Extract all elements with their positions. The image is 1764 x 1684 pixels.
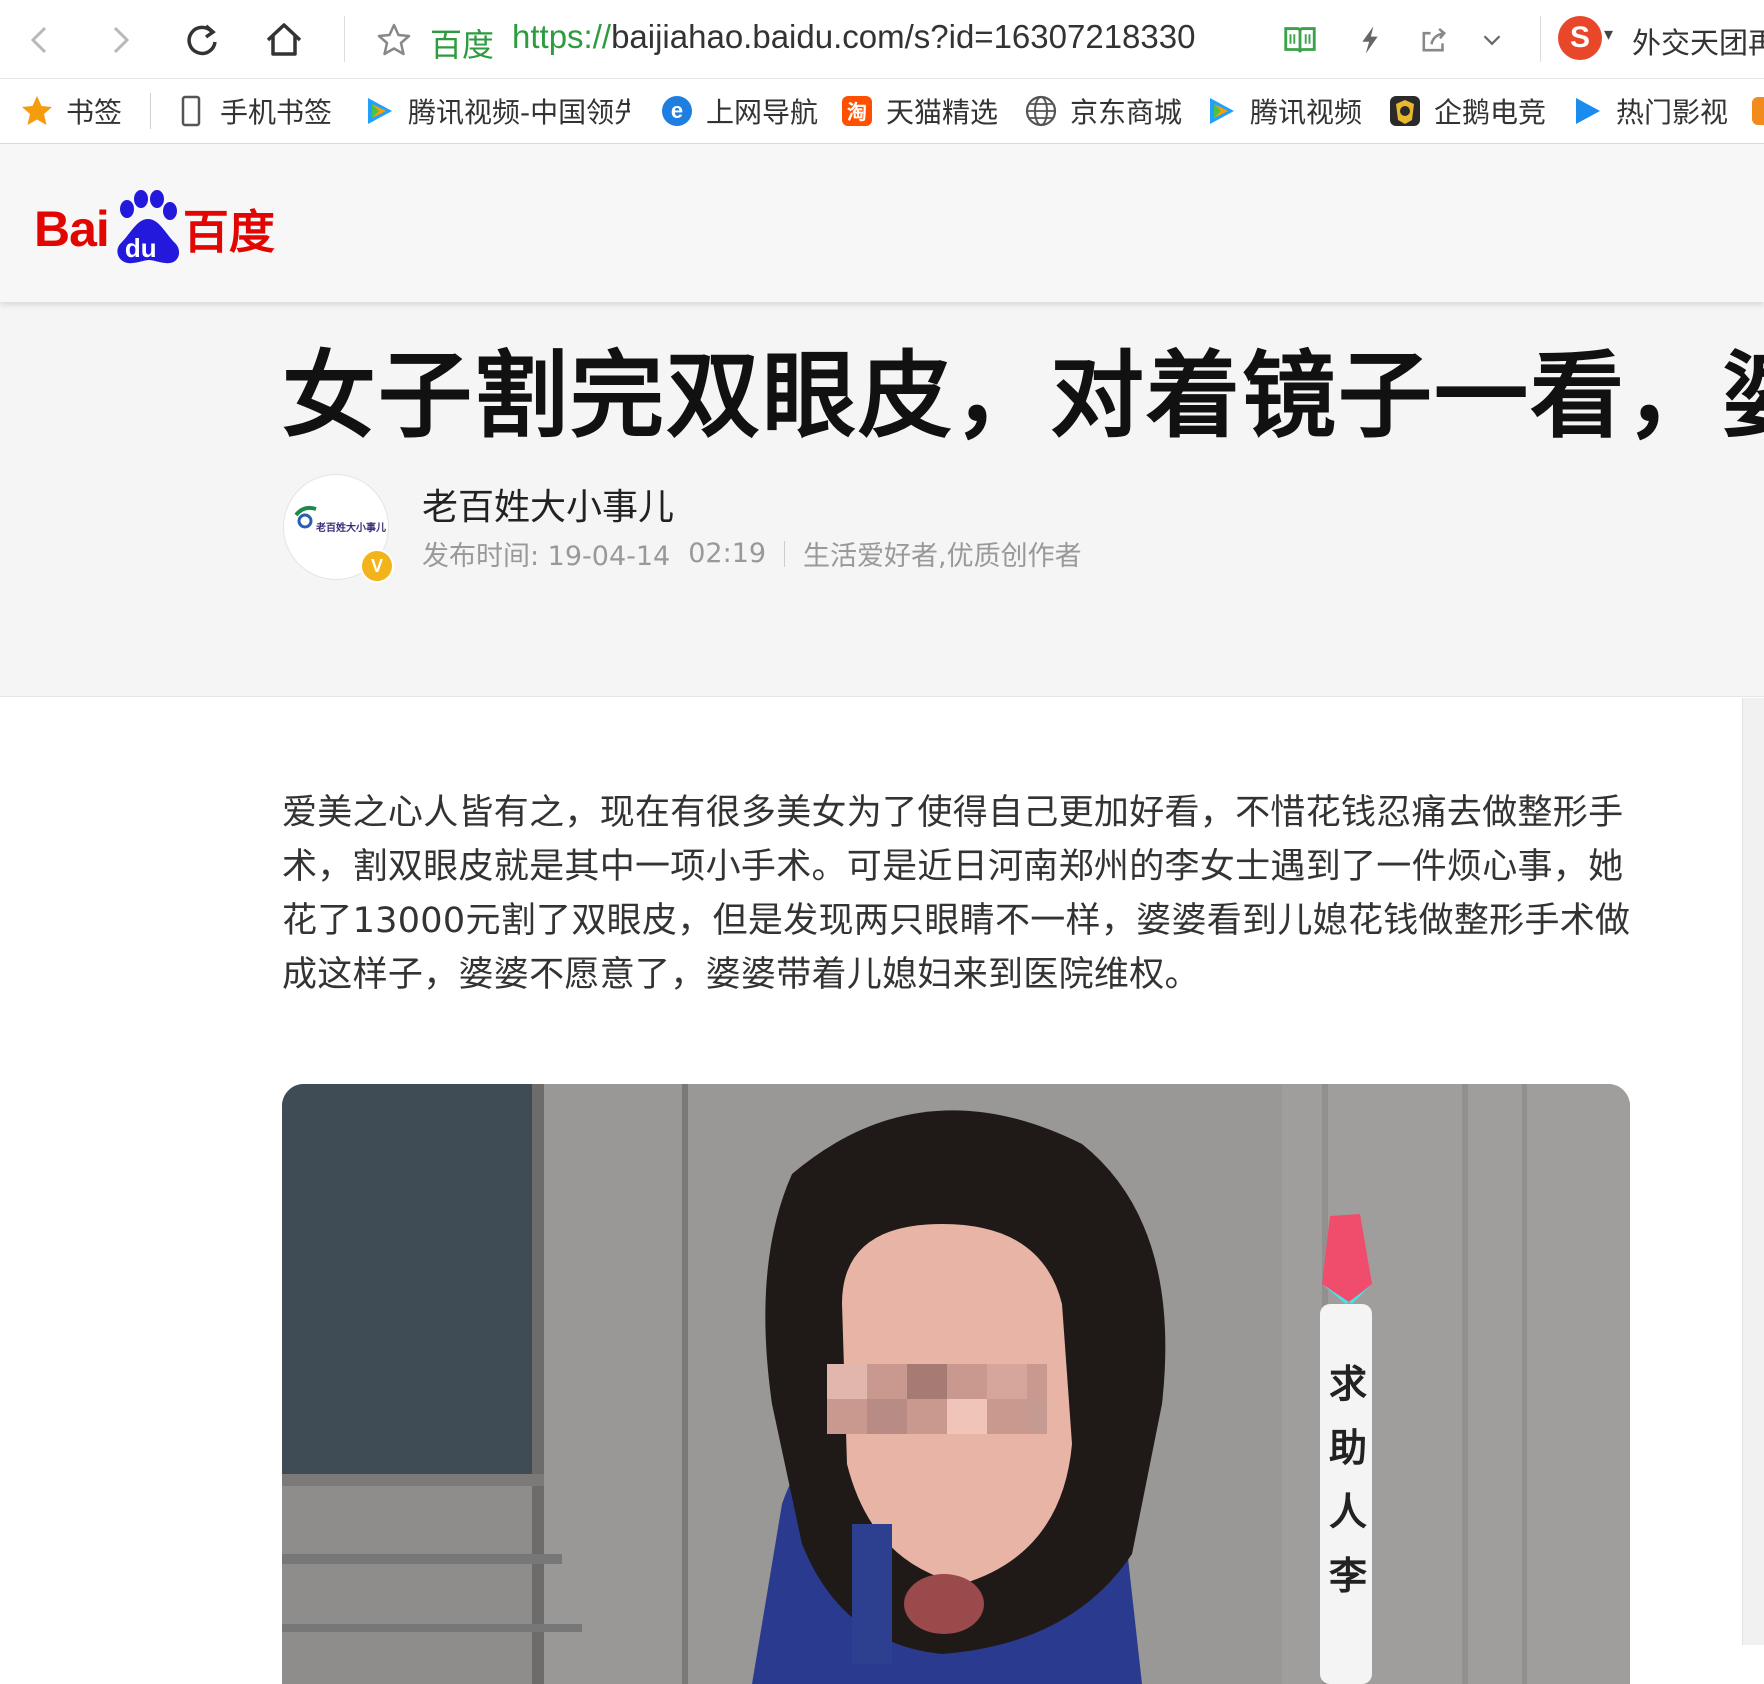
bookmark-item-hot-movies[interactable]: 热门影视: [1570, 89, 1728, 133]
logo-text-du: du: [124, 233, 157, 263]
bookmark-item-tmall[interactable]: 淘 天猫精选: [840, 89, 998, 133]
page-header: Bai du 百度: [0, 144, 1764, 302]
overflow-bookmark-icon[interactable]: [1752, 97, 1764, 125]
article-image[interactable]: 求 助 人 李: [282, 1084, 1630, 1684]
address-bar[interactable]: https://baijiahao.baidu.com/s?id=1630721…: [512, 18, 1232, 56]
verified-badge-icon: V: [360, 549, 394, 583]
sogou-icon[interactable]: S: [1558, 16, 1602, 60]
bookmark-star-button[interactable]: [372, 18, 416, 62]
phone-icon: [174, 94, 208, 128]
home-icon: [266, 23, 302, 56]
logo-text-chinese: 百度: [182, 205, 275, 259]
browser-toolbar: 百度 https://baijiahao.baidu.com/s?id=1630…: [0, 0, 1764, 79]
svg-text:淘: 淘: [847, 100, 867, 124]
bookmark-label: 手机书签: [220, 96, 333, 129]
logo-text-latin: Bai: [34, 201, 110, 257]
back-icon: [30, 26, 47, 54]
bookmark-label: 热门影视: [1616, 96, 1729, 129]
tencent-video-icon: [362, 94, 396, 128]
url-path: baijiahao.baidu.com/s?id=16307218330: [611, 18, 1196, 55]
bookmark-item-bookmarks[interactable]: 书签: [20, 89, 122, 133]
article-header: 女子割完双眼皮，对着镜子一看，婆婆 老百姓大小事儿 V 老百姓大小事儿 发布时间…: [0, 302, 1764, 697]
author-name[interactable]: 老百姓大小事儿: [422, 478, 674, 530]
penguin-esports-icon: [1388, 94, 1422, 128]
caption-char: 助: [1328, 1426, 1367, 1470]
article-meta: 发布时间: 19-04-14 02:19 生活爱好者,优质创作者: [422, 534, 1082, 573]
chevron-down-icon: [1483, 35, 1501, 46]
svg-text:e: e: [671, 98, 683, 123]
caption-char: 求: [1328, 1362, 1367, 1406]
menu-dropdown-button[interactable]: [1472, 20, 1512, 60]
author-tags: 生活爱好者,优质创作者: [803, 541, 1082, 572]
caption-char: 人: [1328, 1490, 1367, 1534]
article-paragraph: 爱美之心人皆有之，现在有很多美女为了使得自己更加好看，不惜花钱忍痛去做整形手术，…: [282, 793, 1631, 995]
bookmark-label: 企鹅电竞: [1434, 96, 1547, 129]
lightning-button[interactable]: [1350, 20, 1390, 60]
url-protocol: https://: [512, 18, 612, 55]
author-avatar[interactable]: 老百姓大小事儿 V: [283, 474, 394, 583]
meta-divider: [784, 540, 786, 567]
bookmarks-bar: 书签 手机书签 腾讯视频-中国领先 e 上网导航 淘 天猫精选 京东商城 腾讯视…: [0, 79, 1764, 144]
bookmark-label: 腾讯视频-中国领先: [408, 96, 630, 129]
bookmark-label: 腾讯视频: [1250, 96, 1363, 129]
reload-icon: [187, 24, 217, 56]
bookmark-label: 书签: [66, 96, 123, 129]
image-caption-vertical: 求 助 人 李: [1328, 1352, 1368, 1608]
bookmark-item-navigation[interactable]: e 上网导航: [660, 89, 818, 133]
share-button[interactable]: [1414, 20, 1454, 60]
forward-icon: [113, 26, 130, 54]
article-title: 女子割完双眼皮，对着镜子一看，婆婆: [282, 342, 1764, 451]
bookmark-item-esports[interactable]: 企鹅电竞: [1388, 89, 1546, 133]
bookmark-item-jd[interactable]: 京东商城: [1024, 89, 1182, 133]
search-engine-caret-icon[interactable]: ▾: [1604, 24, 1613, 45]
news-photo-illustration: [282, 1084, 1630, 1684]
publish-date: 发布时间: 19-04-14: [422, 541, 671, 572]
baidu-logo[interactable]: Bai du 百度: [34, 184, 275, 274]
publish-time: 02:19: [688, 538, 767, 569]
reader-mode-button[interactable]: [1280, 20, 1320, 60]
star-icon: [377, 23, 411, 56]
page-scrollbar[interactable]: [1742, 698, 1764, 1645]
lightning-icon: [1362, 26, 1378, 54]
reader-icon: [1284, 27, 1316, 53]
play-icon: [1570, 94, 1604, 128]
bookmark-item-tencent-video[interactable]: 腾讯视频: [1204, 89, 1362, 133]
taobao-icon: 淘: [840, 94, 874, 128]
search-box[interactable]: 外交天团再: [1632, 20, 1764, 62]
bookmark-item-tencent-video-leading[interactable]: 腾讯视频-中国领先: [362, 89, 630, 133]
back-button[interactable]: [18, 18, 62, 62]
share-icon: [1422, 27, 1446, 52]
bookmark-item-mobile[interactable]: 手机书签: [174, 89, 332, 133]
site-name: 百度: [430, 26, 495, 64]
avatar-text: 老百姓大小事儿: [316, 523, 386, 534]
globe-icon: [1024, 94, 1058, 128]
tencent-video-icon: [1204, 94, 1238, 128]
caption-char: 李: [1328, 1554, 1367, 1598]
bookmark-label: 京东商城: [1070, 96, 1183, 129]
reload-button[interactable]: [180, 18, 224, 62]
ie-icon: e: [660, 94, 694, 128]
home-button[interactable]: [262, 18, 306, 62]
forward-button[interactable]: [98, 18, 142, 62]
bookmark-label: 上网导航: [706, 96, 819, 129]
baidu-paw-icon: du: [111, 189, 181, 269]
star-icon: [20, 94, 54, 128]
bookmark-label: 天猫精选: [886, 96, 999, 129]
